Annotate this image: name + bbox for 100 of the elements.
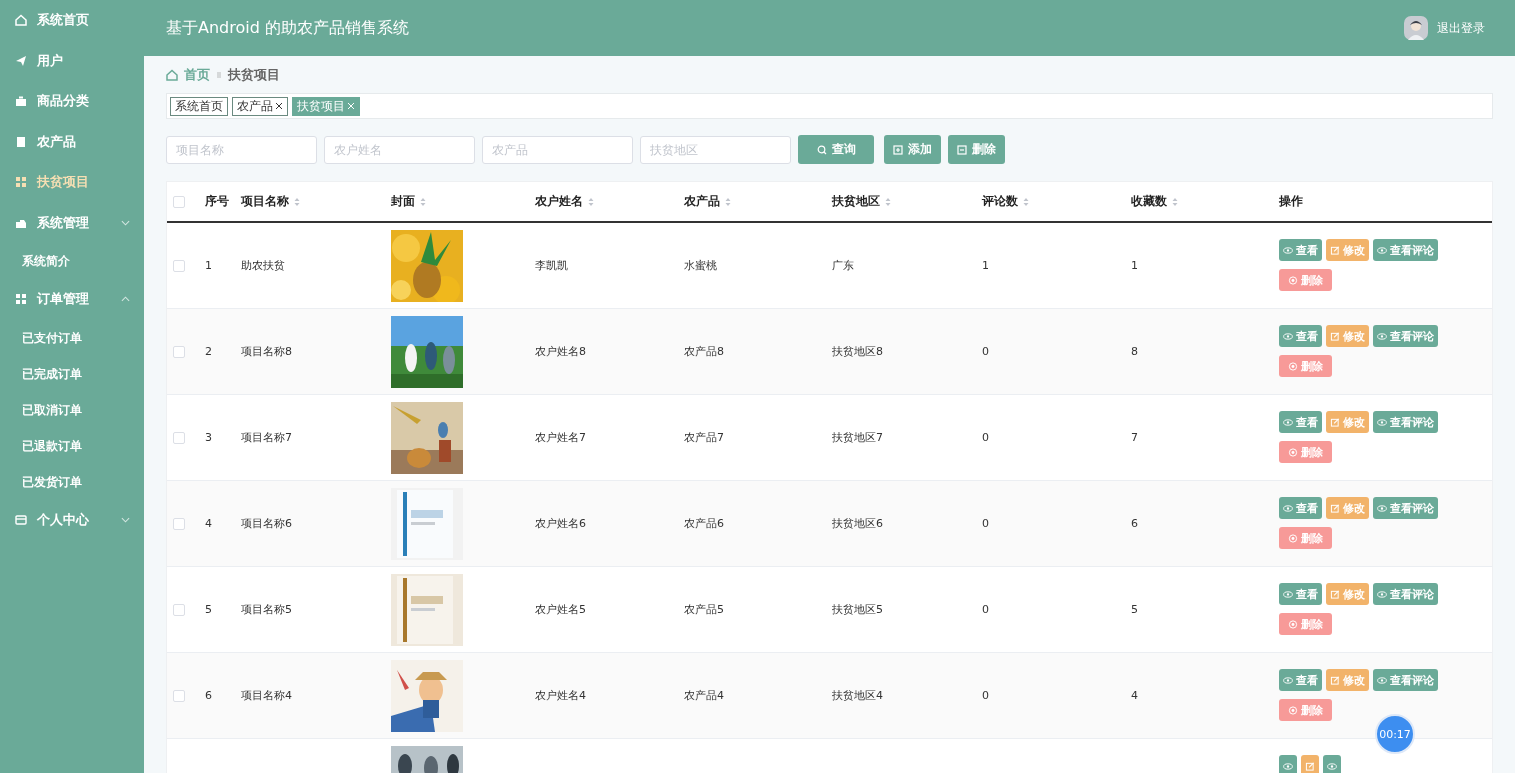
search-field[interactable]: 项目名称: [166, 135, 317, 164]
table-cell-text: 0: [982, 689, 990, 702]
table-cell-text: 3: [205, 431, 213, 444]
table-cell-text: 项目名称8: [241, 344, 293, 359]
delete-button[interactable]: 删除: [1279, 699, 1332, 721]
table-cell-text: 4: [205, 517, 213, 530]
table-cell-text: 农产品4: [684, 688, 725, 703]
search-field[interactable]: 农户姓名: [324, 135, 475, 164]
table-cell-text: 0: [982, 345, 990, 358]
table-cell-text: 0: [982, 431, 990, 444]
column-header[interactable]: 农户姓名: [535, 194, 684, 209]
table-cell-text: 农产品6: [684, 516, 725, 531]
table-cell-text: 农户姓名5: [535, 602, 587, 617]
table-cell-text: 6: [1131, 517, 1139, 530]
sidebar-item[interactable]: 系统首页: [0, 0, 144, 41]
table-cell-text: 农户姓名8: [535, 344, 587, 359]
table-cell-text: 农户姓名7: [535, 430, 587, 445]
delete-button[interactable]: 删除: [1279, 441, 1332, 463]
table-cell-text: 项目名称7: [241, 430, 293, 445]
table-cell-text: 项目名称4: [241, 688, 293, 703]
table-cell-text: 农户姓名6: [535, 516, 587, 531]
edit-button[interactable]: 修改: [1326, 239, 1369, 261]
sidebar-item[interactable]: 订单管理: [0, 279, 144, 320]
delete-button[interactable]: 删除: [1279, 527, 1332, 549]
submenu-item[interactable]: 已退款订单: [0, 427, 144, 464]
table-cell-text: 1: [982, 259, 990, 272]
breadcrumb-link[interactable]: 首页: [184, 66, 210, 84]
page-tab[interactable]: 农产品: [232, 96, 288, 116]
column-header[interactable]: 收藏数: [1131, 194, 1279, 209]
view-button[interactable]: 查看评论: [1373, 583, 1438, 605]
view-button[interactable]: 查看评论: [1373, 239, 1438, 261]
table-cell-text: 扶贫地区4: [832, 688, 884, 703]
column-header[interactable]: 农产品: [684, 194, 832, 209]
view-button[interactable]: 查看评论: [1373, 497, 1438, 519]
table-cell-text: 农产品7: [684, 430, 725, 445]
delete-button[interactable]: 删除: [1279, 613, 1332, 635]
table-cell-text: 广东: [832, 258, 855, 273]
table-cell-text: 李凯凯: [535, 258, 569, 273]
view-button[interactable]: 查看: [1279, 583, 1322, 605]
table-cell-text: 扶贫地区5: [832, 602, 884, 617]
toolbar-button[interactable]: 添加: [884, 135, 941, 164]
sidebar-item[interactable]: 个人中心: [0, 499, 144, 540]
table-cell-text: 8: [1131, 345, 1139, 358]
table-cell-text: 扶贫地区8: [832, 344, 884, 359]
table-cell-text: 7: [1131, 431, 1139, 444]
edit-button[interactable]: 修改: [1326, 669, 1369, 691]
edit-button[interactable]: 修改: [1326, 583, 1369, 605]
table-cell-text: 农产品8: [684, 344, 725, 359]
view-button[interactable]: 查看: [1279, 411, 1322, 433]
view-button[interactable]: 查看评论: [1373, 669, 1438, 691]
view-button[interactable]: 查看: [1279, 497, 1322, 519]
edit-button[interactable]: 修改: [1326, 325, 1369, 347]
search-field[interactable]: 农产品: [482, 135, 633, 164]
table-cell-text: 扶贫地区7: [832, 430, 884, 445]
app-title: 基于Android 的助农产品销售系统: [166, 17, 410, 39]
table-cell-text: 扶贫地区6: [832, 516, 884, 531]
edit-button[interactable]: 修改: [1326, 497, 1369, 519]
page-tab[interactable]: 扶贫项目: [292, 96, 360, 116]
submenu-item[interactable]: 系统简介: [0, 243, 144, 279]
column-header[interactable]: 评论数: [982, 194, 1131, 209]
table-cell-text: 6: [205, 689, 213, 702]
toolbar-button[interactable]: 查询: [798, 135, 874, 164]
column-header[interactable]: 操作: [1279, 194, 1492, 209]
sidebar-item[interactable]: 用户: [0, 40, 144, 81]
view-button[interactable]: 查看评论: [1373, 325, 1438, 347]
table-cell-text: 5: [1131, 603, 1139, 616]
view-button[interactable]: 查看: [1279, 669, 1322, 691]
edit-button[interactable]: 修改: [1326, 411, 1369, 433]
table-cell-text: 水蜜桃: [684, 258, 718, 273]
submenu-item[interactable]: 已完成订单: [0, 355, 144, 392]
column-header[interactable]: 封面: [391, 194, 535, 209]
submenu-item[interactable]: 已支付订单: [0, 319, 144, 356]
column-header[interactable]: 项目名称: [241, 194, 391, 209]
table-cell-text: 农产品5: [684, 602, 725, 617]
table-cell-text: 4: [1131, 689, 1139, 702]
view-button[interactable]: 查看: [1279, 325, 1322, 347]
table-cell-text: 农户姓名4: [535, 688, 587, 703]
delete-button[interactable]: 删除: [1279, 269, 1332, 291]
column-header[interactable]: 序号: [205, 194, 241, 209]
toolbar-button[interactable]: 删除: [948, 135, 1005, 164]
sidebar-item[interactable]: 系统管理: [0, 202, 144, 243]
table-cell-text: 1: [205, 259, 213, 272]
view-button[interactable]: 查看评论: [1373, 411, 1438, 433]
view-button[interactable]: 查看: [1279, 239, 1322, 261]
table-cell-text: 项目名称6: [241, 516, 293, 531]
table-cell-text: 5: [205, 603, 213, 616]
table-cell-text: 助农扶贫: [241, 258, 286, 273]
table-cell-text: 2: [205, 345, 213, 358]
delete-button[interactable]: 删除: [1279, 355, 1332, 377]
submenu-item[interactable]: 已发货订单: [0, 463, 144, 500]
page-tab[interactable]: 系统首页: [170, 96, 228, 116]
column-header[interactable]: 扶贫地区: [832, 194, 982, 209]
logout-link[interactable]: 退出登录: [1437, 19, 1485, 37]
table-cell-text: 1: [1131, 259, 1139, 272]
table-cell-text: 0: [982, 603, 990, 616]
sidebar-item[interactable]: 商品分类: [0, 81, 144, 122]
sidebar-item[interactable]: 扶贫项目: [0, 162, 144, 203]
sidebar-item[interactable]: 农产品: [0, 121, 144, 162]
submenu-item[interactable]: 已取消订单: [0, 391, 144, 428]
search-field[interactable]: 扶贫地区: [640, 135, 791, 164]
